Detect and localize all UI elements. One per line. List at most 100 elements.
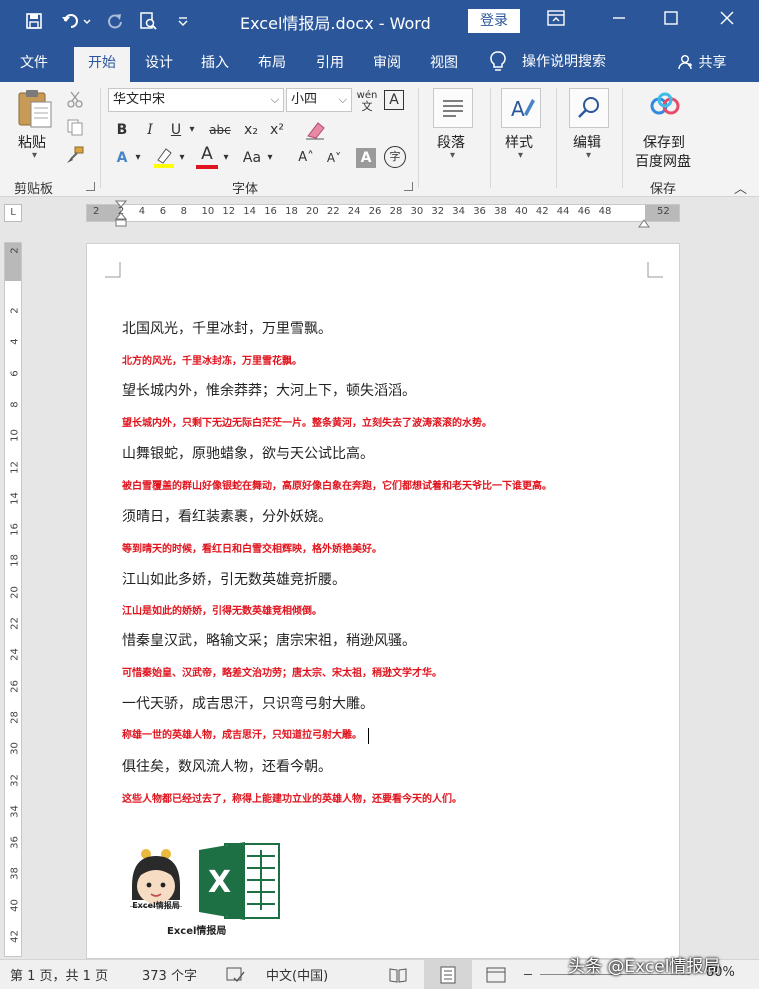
poem-line[interactable]: 北国风光，千里冰封，万里雪飘。 xyxy=(122,318,332,338)
poem-line[interactable]: 望长城内外，惟余莽莽；大河上下，顿失滔滔。 xyxy=(122,380,416,400)
editing-dropdown-icon[interactable]: ▾ xyxy=(586,150,591,161)
styles-label[interactable]: 样式 xyxy=(505,132,533,152)
translation-line[interactable]: 望长城内外，只剩下无边无际白茫茫一片。整条黄河，立刻失去了波涛滚滚的水势。 xyxy=(122,414,492,429)
format-painter-icon[interactable] xyxy=(66,146,84,168)
collapse-ribbon-icon[interactable]: ︿ xyxy=(734,178,747,197)
share-button[interactable]: 共享 xyxy=(678,52,726,72)
font-size-select[interactable]: 小四 ⌵ xyxy=(286,88,352,112)
translation-line[interactable]: 可惜秦始皇、汉武帝，略差文治功劳；唐太宗、宋太祖，稍逊文学才华。 xyxy=(122,664,442,679)
tab-review[interactable]: 审阅 xyxy=(362,47,412,82)
change-case-button[interactable]: Aa xyxy=(240,148,264,168)
copy-icon[interactable] xyxy=(66,118,84,140)
text-effects-icon[interactable]: A xyxy=(112,148,132,168)
baidu-cloud-icon[interactable] xyxy=(648,92,682,122)
styles-dropdown-icon[interactable]: ▾ xyxy=(518,150,523,161)
poem-line[interactable]: 俱往矣，数风流人物，还看今朝。 xyxy=(122,756,332,776)
tab-design[interactable]: 设计 xyxy=(134,47,184,82)
highlight-dropdown-icon[interactable]: ▾ xyxy=(176,148,188,168)
ribbon-display-options-icon[interactable] xyxy=(541,6,571,36)
maximize-icon[interactable] xyxy=(656,6,686,36)
clipboard-launcher-icon[interactable] xyxy=(86,182,95,191)
poem-line[interactable]: 江山如此多娇，引无数英雄竞折腰。 xyxy=(122,569,346,589)
translation-line[interactable]: 这些人物都已经过去了，称得上能建功立业的英雄人物，还要看今天的人们。 xyxy=(122,790,462,805)
lightbulb-icon[interactable] xyxy=(488,50,508,74)
customize-toolbar-icon[interactable] xyxy=(174,8,192,34)
bold-button[interactable]: B xyxy=(112,120,132,140)
search-icon[interactable] xyxy=(569,88,609,128)
tab-home[interactable]: 开始 xyxy=(74,47,130,82)
italic-button[interactable]: I xyxy=(140,120,160,140)
proofing-icon[interactable] xyxy=(226,966,246,988)
font-launcher-icon[interactable] xyxy=(404,182,413,191)
tab-insert[interactable]: 插入 xyxy=(190,47,240,82)
shrink-font-button[interactable]: A˅ xyxy=(322,148,346,168)
baidu-netdisk-label[interactable]: 百度网盘 xyxy=(635,151,691,171)
login-button[interactable]: 登录 xyxy=(468,9,520,33)
font-color-icon[interactable]: A xyxy=(196,145,218,169)
text-effects-dropdown-icon[interactable]: ▾ xyxy=(132,148,144,168)
font-name-select[interactable]: 华文中宋 ⌵ xyxy=(108,88,284,112)
styles-icon[interactable]: A xyxy=(501,88,541,128)
save-to-label[interactable]: 保存到 xyxy=(643,132,685,152)
paragraph-dropdown-icon[interactable]: ▾ xyxy=(450,150,455,161)
paste-dropdown-icon[interactable]: ▾ xyxy=(32,150,37,161)
paste-label[interactable]: 粘贴 xyxy=(18,132,46,152)
redo-icon[interactable] xyxy=(104,8,126,34)
underline-button[interactable]: U xyxy=(166,120,186,140)
translation-line[interactable]: 等到晴天的时候，看红日和白雪交相辉映，格外娇艳美好。 xyxy=(122,540,382,555)
enclose-characters-button[interactable]: 字 xyxy=(384,146,406,168)
underline-dropdown-icon[interactable]: ▾ xyxy=(186,120,198,140)
paste-icon[interactable] xyxy=(14,88,56,130)
print-layout-icon[interactable] xyxy=(424,960,472,989)
phonetic-char: 文 xyxy=(361,100,373,113)
web-layout-icon[interactable] xyxy=(486,966,506,988)
minimize-icon[interactable] xyxy=(604,6,634,36)
tell-me-search[interactable]: 操作说明搜索 xyxy=(522,51,606,71)
tab-file[interactable]: 文件 xyxy=(8,47,60,82)
superscript-button[interactable]: x² xyxy=(266,120,288,140)
strikethrough-button[interactable]: abc xyxy=(206,120,234,140)
translation-line[interactable]: 称雄一世的英雄人物，成吉思汗，只知道拉弓射大雕。 xyxy=(122,726,369,744)
horizontal-ruler[interactable]: 2 2 4 6 8 10 12 14 16 18 20 22 24 26 28 30 32 34 36 38 40 42 4… xyxy=(86,204,680,222)
clear-formatting-icon[interactable] xyxy=(304,120,326,144)
first-line-indent-marker[interactable] xyxy=(114,200,128,232)
paragraph-icon[interactable] xyxy=(433,88,473,128)
font-color-dropdown-icon[interactable]: ▾ xyxy=(220,148,232,168)
grow-font-button[interactable]: A˄ xyxy=(294,148,318,168)
right-indent-marker[interactable] xyxy=(638,213,650,232)
separator xyxy=(556,88,557,188)
tab-view[interactable]: 视图 xyxy=(418,47,470,82)
word-count[interactable]: 373 个字 xyxy=(142,965,197,984)
subscript-button[interactable]: x₂ xyxy=(240,120,262,140)
poem-line[interactable]: 须晴日，看红装素裹，分外妖娆。 xyxy=(122,506,332,526)
highlight-color-icon[interactable] xyxy=(152,146,176,172)
poem-line[interactable]: 一代天骄，成吉思汗，只识弯弓射大雕。 xyxy=(122,693,374,713)
paragraph-label[interactable]: 段落 xyxy=(437,132,465,152)
editing-label[interactable]: 编辑 xyxy=(573,132,601,152)
tab-layout[interactable]: 布局 xyxy=(246,47,298,82)
zoom-out-icon[interactable] xyxy=(524,974,532,975)
ruler-number: 14 xyxy=(243,206,257,217)
cut-icon[interactable] xyxy=(66,90,84,112)
undo-icon[interactable] xyxy=(58,8,94,34)
print-preview-icon[interactable] xyxy=(136,8,160,34)
page-count[interactable]: 第 1 页，共 1 页 xyxy=(10,965,108,984)
vertical-ruler[interactable]: 2 2 4 6 8 10 12 14 16 18 20 22 24 26 28 30 32 34 36 38 40 42 xyxy=(4,242,22,957)
translation-line[interactable]: 北方的风光，千里冰封冻，万里雪花飘。 xyxy=(122,352,302,367)
tab-references[interactable]: 引用 xyxy=(304,47,356,82)
translation-line[interactable]: 江山是如此的娇娇，引得无数英雄竞相倾倒。 xyxy=(122,602,322,617)
close-icon[interactable] xyxy=(712,6,742,36)
save-icon[interactable] xyxy=(22,8,46,34)
character-shading-button[interactable]: A xyxy=(356,148,376,168)
poem-line[interactable]: 山舞银蛇，原驰蜡象，欲与天公试比高。 xyxy=(122,443,374,463)
save-group-label: 保存 xyxy=(650,182,677,197)
tab-selector[interactable]: L xyxy=(4,204,22,222)
change-case-dropdown-icon[interactable]: ▾ xyxy=(264,148,276,168)
language-indicator[interactable]: 中文(中国) xyxy=(266,965,328,984)
read-mode-icon[interactable] xyxy=(388,966,408,988)
character-border-icon[interactable]: A xyxy=(384,90,404,110)
document-page[interactable]: 北国风光，千里冰封，万里雪飘。 北方的风光，千里冰封冻，万里雪花飘。 望长城内外… xyxy=(86,243,680,959)
phonetic-guide-icon[interactable]: wén 文 xyxy=(356,90,378,113)
poem-line[interactable]: 惜秦皇汉武，略输文采；唐宗宋祖，稍逊风骚。 xyxy=(122,630,416,650)
translation-line[interactable]: 被白雪覆盖的群山好像银蛇在舞动，高原好像白象在奔跑，它们都想试着和老天爷比一下谁… xyxy=(122,477,552,492)
